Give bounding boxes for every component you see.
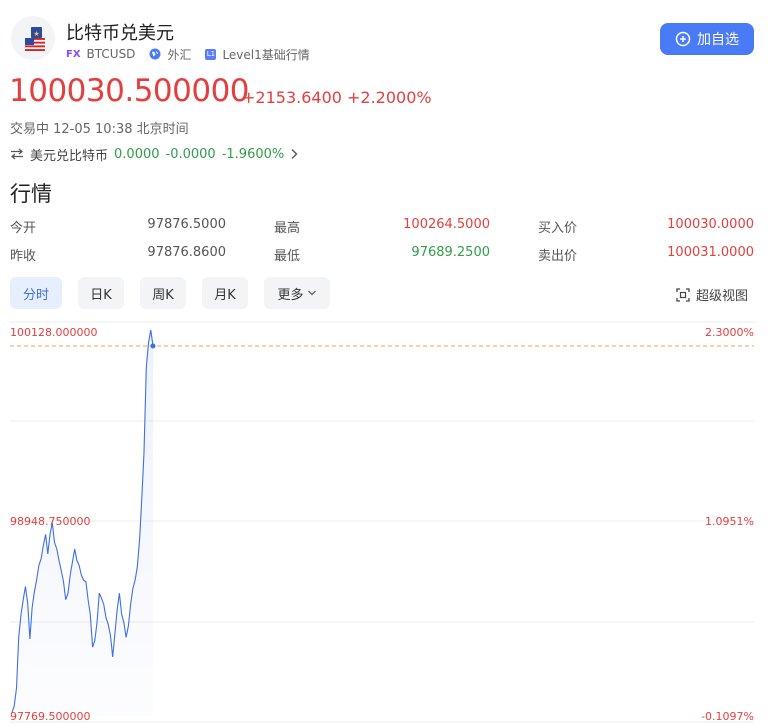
y-axis-right-bottom: -0.1097% xyxy=(701,710,754,723)
tab-intraday[interactable]: 分时 xyxy=(10,277,62,309)
inverse-pair-link[interactable]: 美元兑比特币 0.0000 -0.0000 -1.9600% xyxy=(10,145,298,164)
inverse-pair-name: 美元兑比特币 xyxy=(30,148,109,164)
tab-monthly-k[interactable]: 月K xyxy=(202,277,248,309)
chevron-down-icon xyxy=(307,290,316,296)
low-value: 97689.2500 xyxy=(411,245,490,260)
last-price-dot xyxy=(150,343,156,349)
inverse-pair-price: 0.0000 xyxy=(114,146,160,162)
symbol-code: BTCUSD xyxy=(86,47,136,61)
open-value: 97876.5000 xyxy=(147,217,226,232)
symbol-meta: FX BTCUSD 外汇 L1 Level1基础行情 xyxy=(66,46,310,62)
open-label: 今开 xyxy=(10,221,37,236)
fullscreen-icon xyxy=(676,287,690,302)
y-axis-right-top: 2.3000% xyxy=(705,326,754,339)
prev-close-label: 昨收 xyxy=(10,249,37,264)
market-label: 外汇 xyxy=(167,47,192,62)
inverse-pair-change: -0.0000 xyxy=(165,146,216,162)
super-chart-label: 超级视图 xyxy=(696,289,749,304)
price-change-percent: +2.2000% xyxy=(347,88,432,107)
tab-more-label: 更多 xyxy=(277,287,304,303)
tab-daily-k[interactable]: 日K xyxy=(78,277,124,309)
level1-label: Level1基础行情 xyxy=(222,47,310,62)
swap-icon xyxy=(11,148,23,160)
y-axis-left-mid: 98948.750000 xyxy=(10,515,90,528)
y-axis-left-top: 100128.000000 xyxy=(10,326,97,339)
page-title: 比特币兑美元 xyxy=(66,23,174,44)
plus-circle-icon xyxy=(675,31,691,47)
ask-value: 100031.0000 xyxy=(667,245,754,260)
level1-badge: L1 xyxy=(205,48,217,60)
tab-weekly-k[interactable]: 周K xyxy=(140,277,186,309)
add-watchlist-label: 加自选 xyxy=(697,31,739,47)
section-title-market: 行情 xyxy=(10,182,52,206)
prev-close-value: 97876.8600 xyxy=(147,245,226,260)
bid-label: 买入价 xyxy=(538,221,578,236)
super-chart-button[interactable]: 超级视图 xyxy=(676,285,748,304)
fx-tag: FX xyxy=(66,48,81,60)
y-axis-left-bottom: 97769.500000 xyxy=(10,710,90,723)
inverse-pair-change-percent: -1.9600% xyxy=(221,146,285,162)
last-price: 100030.500000 xyxy=(9,73,250,109)
low-label: 最低 xyxy=(274,249,301,264)
trading-status: 交易中 12-05 10:38 北京时间 xyxy=(10,122,189,137)
intraday-chart[interactable]: 100128.000000 98948.750000 97769.500000 … xyxy=(0,320,772,728)
high-value: 100264.5000 xyxy=(403,217,490,232)
tab-more[interactable]: 更多 xyxy=(264,277,330,309)
bid-value: 100030.0000 xyxy=(667,217,754,232)
price-change: +2153.6400 xyxy=(242,88,342,107)
high-label: 最高 xyxy=(274,221,301,236)
globe-icon xyxy=(149,48,161,60)
currency-pair-logo: ★ xyxy=(11,16,55,60)
chevron-right-icon xyxy=(291,149,298,159)
y-axis-right-mid: 1.0951% xyxy=(705,515,754,528)
add-watchlist-button[interactable]: 加自选 xyxy=(660,23,754,55)
ask-label: 卖出价 xyxy=(538,249,578,264)
svg-text:★: ★ xyxy=(33,30,39,38)
